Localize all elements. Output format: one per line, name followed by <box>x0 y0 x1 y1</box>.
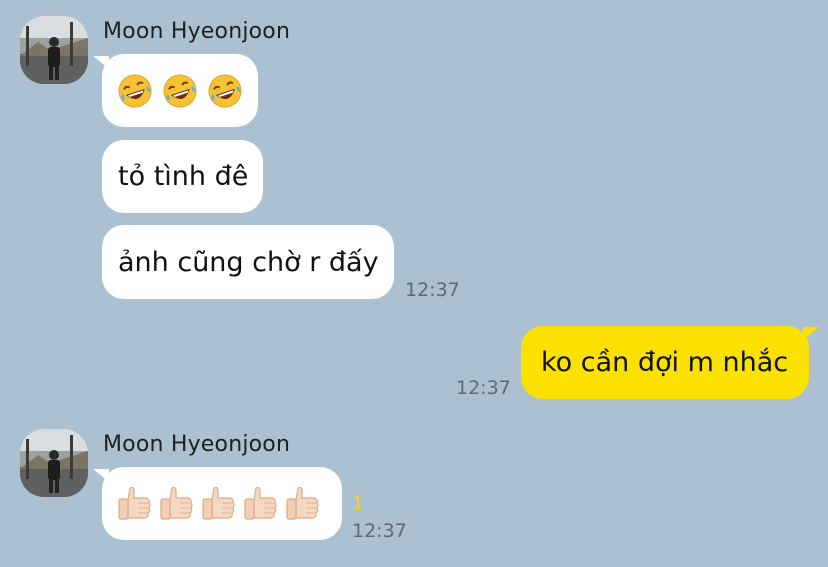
rofl-emoji-icon <box>163 74 197 107</box>
sender-name: Moon Hyeonjoon <box>103 19 291 44</box>
thumbs-up-icon <box>202 486 235 520</box>
thumbs-up-icon <box>160 486 193 520</box>
message-bubble-emoji[interactable] <box>102 467 342 540</box>
message-timestamp: 12:37 <box>352 520 407 542</box>
emoji-row <box>102 484 320 524</box>
message-bubble-mine[interactable]: ko cần đợi m nhắc <box>521 326 809 399</box>
avatar[interactable] <box>20 429 88 497</box>
thumbs-up-icon <box>244 486 277 520</box>
message-bubble[interactable]: ảnh cũng chờ r đấy <box>102 225 394 299</box>
thumbs-up-icon <box>118 486 151 520</box>
message-timestamp: 12:37 <box>405 279 460 301</box>
sender-name: Moon Hyeonjoon <box>103 432 291 457</box>
avatar[interactable] <box>20 16 88 84</box>
rofl-emoji-icon <box>118 74 152 107</box>
message-timestamp: 12:37 <box>456 377 511 399</box>
emoji-row <box>102 72 244 110</box>
thumbs-up-icon <box>286 486 319 520</box>
unread-count: 1 <box>352 493 364 514</box>
message-bubble-emoji[interactable] <box>102 54 258 127</box>
bubble-tail <box>803 327 819 340</box>
message-bubble[interactable]: tỏ tình đê <box>102 140 263 213</box>
rofl-emoji-icon <box>208 74 242 107</box>
